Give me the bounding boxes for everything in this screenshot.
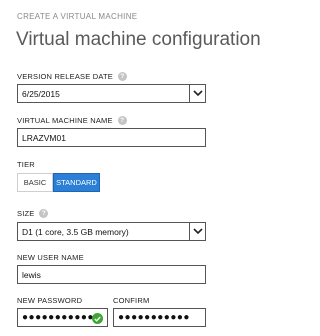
password-label-row: NEW PASSWORD [17, 296, 82, 305]
tier-label: TIER [17, 160, 35, 169]
user-label: NEW USER NAME [17, 253, 84, 262]
tier-toggle: BASIC STANDARD [17, 173, 100, 192]
password-input[interactable]: ●●●●●●●●●●● [17, 308, 108, 327]
size-value: D1 (1 core, 3.5 GB memory) [22, 226, 129, 237]
version-select[interactable]: 6/25/2015 [17, 84, 206, 103]
vm-name-value: LRAZVM01 [22, 132, 66, 143]
confirm-value: ●●●●●●●●●●● [118, 311, 190, 323]
confirm-password-input[interactable]: ●●●●●●●●●●● [113, 308, 206, 327]
vm-name-input[interactable]: LRAZVM01 [17, 128, 206, 147]
version-label-row: VERSION RELEASE DATE ? [17, 72, 127, 81]
help-icon[interactable]: ? [117, 116, 127, 125]
password-value: ●●●●●●●●●●● [22, 311, 94, 323]
user-label-row: NEW USER NAME [17, 253, 84, 262]
checkmark-icon [92, 313, 103, 324]
size-label: SIZE [17, 209, 35, 218]
page-title: Virtual machine configuration [16, 29, 261, 50]
chevron-down-icon[interactable] [189, 85, 205, 102]
tier-label-row: TIER [17, 160, 35, 169]
page-eyebrow: CREATE A VIRTUAL MACHINE [17, 12, 138, 21]
user-name-input[interactable]: lewis [17, 265, 206, 284]
user-name-value: lewis [22, 269, 41, 280]
password-label: NEW PASSWORD [17, 296, 83, 305]
tier-basic-option[interactable]: BASIC [17, 173, 53, 192]
vm-name-label-row: VIRTUAL MACHINE NAME ? [17, 116, 127, 125]
size-label-row: SIZE ? [17, 209, 49, 218]
vm-name-label: VIRTUAL MACHINE NAME [17, 116, 113, 125]
chevron-down-icon[interactable] [189, 223, 205, 240]
tier-standard-option[interactable]: STANDARD [53, 173, 100, 192]
help-icon[interactable]: ? [117, 72, 127, 81]
confirm-label-row: CONFIRM [113, 296, 149, 305]
help-icon[interactable]: ? [39, 209, 49, 218]
confirm-label: CONFIRM [113, 296, 150, 305]
version-value: 6/25/2015 [22, 88, 60, 99]
size-select[interactable]: D1 (1 core, 3.5 GB memory) [17, 222, 206, 241]
version-label: VERSION RELEASE DATE [17, 72, 113, 81]
